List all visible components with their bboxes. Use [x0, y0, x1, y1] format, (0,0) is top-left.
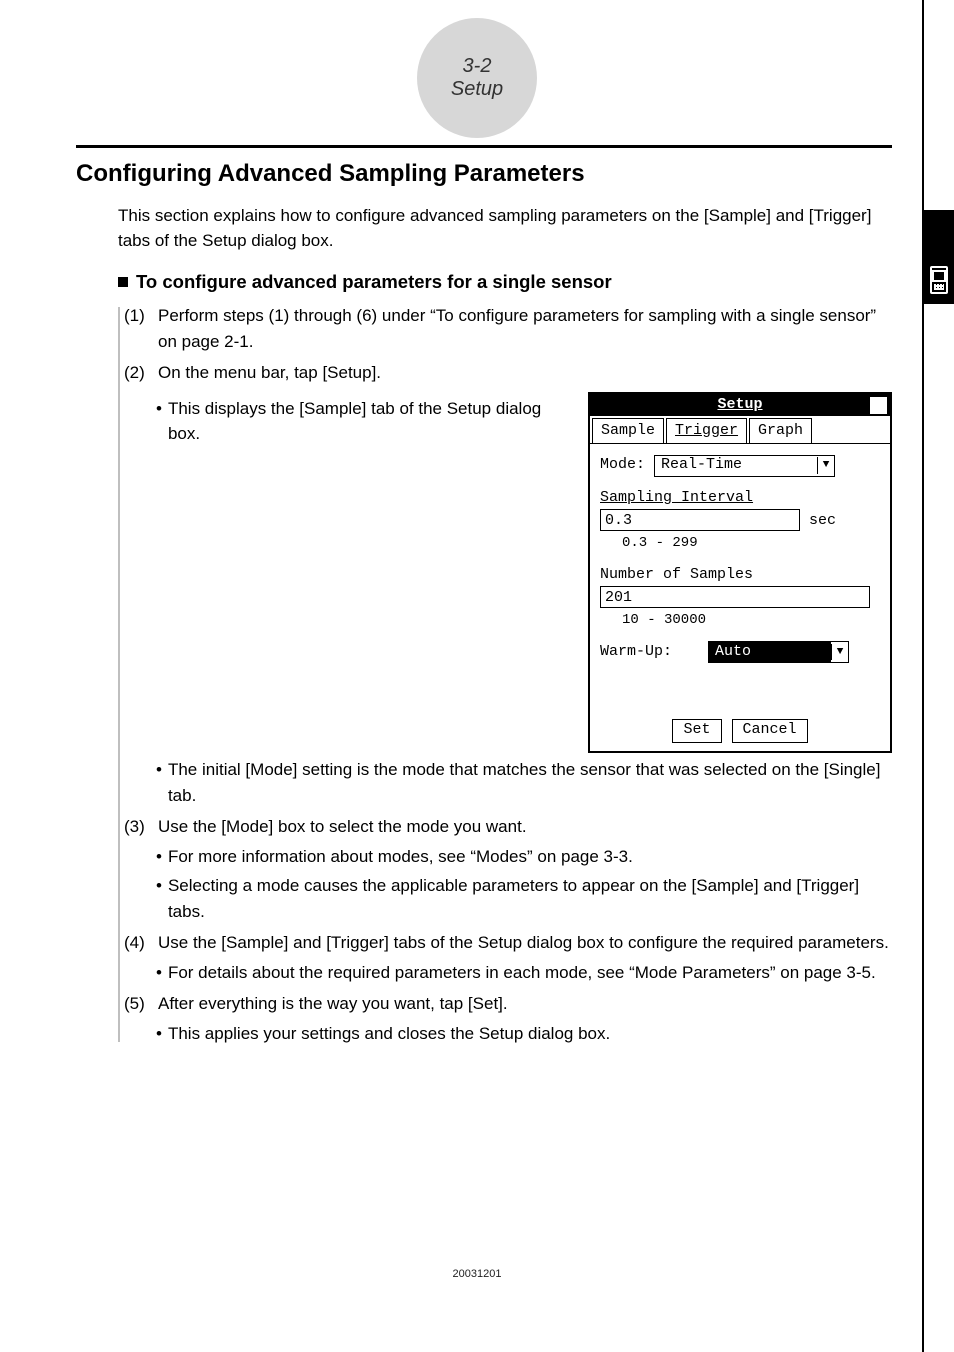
chevron-down-icon: ▼ — [831, 644, 848, 661]
bullet-text: This applies your settings and closes th… — [168, 1021, 610, 1047]
bullet-dot: • — [156, 1021, 162, 1047]
tab-trigger[interactable]: Trigger — [666, 418, 747, 444]
step-2-bullet-1: • This displays the [Sample] tab of the … — [156, 396, 576, 447]
step-number: (3) — [124, 814, 150, 840]
square-bullet-icon — [118, 277, 128, 287]
samples-label: Number of Samples — [600, 564, 880, 587]
step-text: On the menu bar, tap [Setup]. — [158, 360, 381, 386]
interval-row: Sampling Interval 0.3 sec 0.3 - 299 — [600, 487, 880, 554]
step-5-bullet-1: • This applies your settings and closes … — [156, 1021, 892, 1047]
interval-input[interactable]: 0.3 — [600, 509, 800, 531]
right-margin-rule — [922, 0, 924, 1352]
step-5: (5) After everything is the way you want… — [124, 991, 892, 1017]
step-text: After everything is the way you want, ta… — [158, 991, 508, 1017]
interval-range: 0.3 - 299 — [622, 533, 880, 554]
mode-select[interactable]: Real-Time ▼ — [654, 455, 835, 477]
step-number: (4) — [124, 930, 150, 956]
page-title: Configuring Advanced Sampling Parameters — [76, 160, 892, 188]
calculator-icon — [930, 266, 948, 294]
step-3-bullet-2: • Selecting a mode causes the applicable… — [156, 873, 892, 924]
procedure-heading: To configure advanced parameters for a s… — [136, 271, 612, 293]
step-number: (1) — [124, 303, 150, 354]
bullet-text: Selecting a mode causes the applicable p… — [168, 873, 892, 924]
step-4: (4) Use the [Sample] and [Trigger] tabs … — [124, 930, 892, 956]
bullet-dot: • — [156, 960, 162, 986]
samples-input[interactable]: 201 — [600, 586, 870, 608]
close-icon[interactable]: ✖ — [869, 396, 888, 415]
bullet-dot: • — [156, 757, 162, 808]
step-4-bullet-1: • For details about the required paramet… — [156, 960, 892, 986]
step-number: (5) — [124, 991, 150, 1017]
warmup-row: Warm-Up: Auto ▼ — [600, 641, 880, 664]
chevron-down-icon: ▼ — [817, 457, 834, 474]
bullet-dot: • — [156, 396, 162, 447]
bullet-dot: • — [156, 873, 162, 924]
step-text: Use the [Sample] and [Trigger] tabs of t… — [158, 930, 889, 956]
dialog-tabs: Sample Trigger Graph — [590, 416, 890, 445]
mode-row: Mode: Real-Time ▼ — [600, 454, 880, 477]
section-name: Setup — [451, 78, 503, 101]
dialog-title: Setup — [717, 394, 762, 417]
title-rule — [76, 145, 892, 148]
intro-paragraph: This section explains how to configure a… — [118, 204, 892, 253]
dialog-titlebar: Setup ✖ — [590, 394, 890, 416]
set-button[interactable]: Set — [672, 719, 721, 743]
bullet-text: This displays the [Sample] tab of the Se… — [168, 396, 576, 447]
bullet-text: For details about the required parameter… — [168, 960, 876, 986]
page-header-badge: 3-2 Setup — [417, 18, 537, 138]
step-1: (1) Perform steps (1) through (6) under … — [124, 303, 892, 354]
tab-graph[interactable]: Graph — [749, 418, 812, 444]
samples-range: 10 - 30000 — [622, 610, 880, 631]
mode-label: Mode: — [600, 456, 645, 473]
step-2-bullet-2: • The initial [Mode] setting is the mode… — [156, 757, 892, 808]
page-number: 3-2 — [463, 55, 492, 78]
warmup-select[interactable]: Auto ▼ — [708, 641, 849, 663]
step-text: Use the [Mode] box to select the mode yo… — [158, 814, 527, 840]
chapter-thumb-tab — [924, 210, 954, 304]
tab-sample[interactable]: Sample — [592, 418, 664, 444]
step-number: (2) — [124, 360, 150, 386]
step-2: (2) On the menu bar, tap [Setup]. — [124, 360, 892, 386]
step-text: Perform steps (1) through (6) under “To … — [158, 303, 892, 354]
samples-row: Number of Samples 201 10 - 30000 — [600, 564, 880, 631]
warmup-label: Warm-Up: — [600, 643, 672, 660]
step-3: (3) Use the [Mode] box to select the mod… — [124, 814, 892, 840]
bullet-text: For more information about modes, see “M… — [168, 844, 633, 870]
footer-code: 20031201 — [0, 1268, 954, 1280]
bullet-text: The initial [Mode] setting is the mode t… — [168, 757, 892, 808]
bullet-dot: • — [156, 844, 162, 870]
mode-value: Real-Time — [655, 454, 817, 477]
interval-label: Sampling Interval — [600, 487, 880, 510]
setup-dialog-figure: Setup ✖ Sample Trigger Graph Mode: Real-… — [588, 392, 892, 754]
cancel-button[interactable]: Cancel — [732, 719, 808, 743]
step-3-bullet-1: • For more information about modes, see … — [156, 844, 892, 870]
interval-unit: sec — [809, 512, 836, 529]
warmup-value: Auto — [709, 641, 831, 664]
